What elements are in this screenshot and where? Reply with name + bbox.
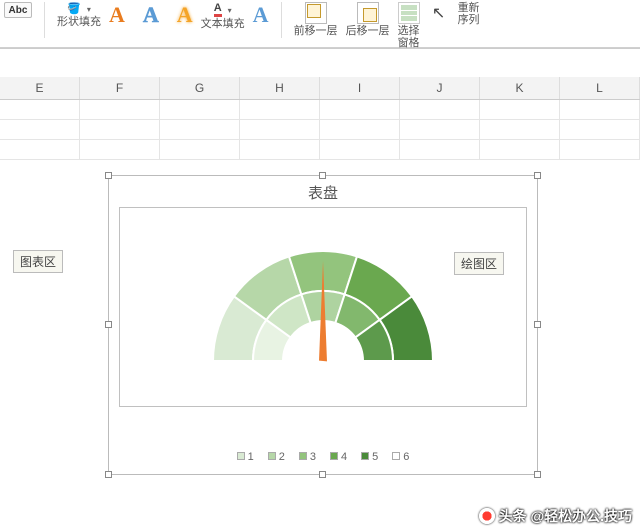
column-header[interactable]: L xyxy=(560,77,640,99)
column-header[interactable]: F xyxy=(80,77,160,99)
chart-area-tooltip: 图表区 xyxy=(13,250,63,273)
cell[interactable] xyxy=(480,100,560,120)
plot-area-tooltip: 绘图区 xyxy=(454,252,504,275)
chart-title[interactable]: 表盘 xyxy=(109,182,537,203)
column-header[interactable]: H xyxy=(240,77,320,99)
bring-forward-label: 前移一层 xyxy=(294,25,338,37)
separator xyxy=(281,2,282,38)
resize-handle[interactable] xyxy=(105,471,112,478)
wordart-style-a1-icon[interactable]: A xyxy=(109,2,125,28)
legend-item: 1 xyxy=(237,451,254,463)
column-header[interactable]: G xyxy=(160,77,240,99)
legend-item: 3 xyxy=(299,451,316,463)
outline-icon-group[interactable]: A xyxy=(253,2,269,28)
column-header[interactable]: K xyxy=(480,77,560,99)
resize-handle[interactable] xyxy=(105,172,112,179)
shape-style-group: Abc xyxy=(4,2,32,18)
resize-handle[interactable] xyxy=(319,172,326,179)
gauge-chart xyxy=(193,226,453,381)
legend-item: 2 xyxy=(268,451,285,463)
cell[interactable] xyxy=(160,100,240,120)
cell[interactable] xyxy=(0,140,80,160)
shape-fill-group[interactable]: 🪣 形状填充 xyxy=(57,2,101,28)
text-fill-group[interactable]: A 文本填充 xyxy=(201,2,245,30)
reset-label: 重新 序列 xyxy=(458,2,480,26)
bring-forward-icon xyxy=(305,2,327,24)
legend-item: 6 xyxy=(392,451,409,463)
resize-handle[interactable] xyxy=(319,471,326,478)
resize-handle[interactable] xyxy=(534,172,541,179)
reset-button[interactable]: 重新 序列 xyxy=(458,2,480,26)
text-fill-label: 文本填充 xyxy=(201,18,245,30)
plot-area[interactable]: 绘图区 xyxy=(119,207,527,407)
selection-pane-label: 选择 窗格 xyxy=(398,25,420,49)
cell[interactable] xyxy=(80,140,160,160)
legend-swatch-icon xyxy=(299,452,307,460)
separator xyxy=(44,2,45,38)
ribbon: Abc 🪣 形状填充 A A A A 文本填充 A 前移一层 后移一层 选择 xyxy=(0,0,640,48)
selection-pane-icon xyxy=(398,2,420,24)
legend-swatch-icon xyxy=(392,452,400,460)
dropdown-icon xyxy=(226,4,232,16)
cursor-select-button[interactable]: ↖ xyxy=(428,2,450,24)
cell[interactable] xyxy=(480,140,560,160)
shape-fill-label: 形状填充 xyxy=(57,16,101,28)
cell[interactable] xyxy=(80,120,160,140)
bucket-icon: 🪣 xyxy=(67,2,81,15)
spreadsheet: EFGHIJKL xyxy=(0,48,640,160)
watermark-text: 头条 @轻松办公.技巧 xyxy=(499,506,632,526)
watermark: 头条 @轻松办公.技巧 xyxy=(479,506,632,526)
cursor-icon: ↖ xyxy=(428,2,450,24)
chart-legend[interactable]: 1 2 3 4 5 6 xyxy=(109,451,537,463)
wordart-style-a2-icon[interactable]: A xyxy=(143,2,159,28)
cell[interactable] xyxy=(400,140,480,160)
column-header[interactable]: E xyxy=(0,77,80,99)
watermark-logo-icon xyxy=(479,508,495,524)
column-header[interactable]: I xyxy=(320,77,400,99)
text-fill-icon: A xyxy=(214,2,222,17)
cell[interactable] xyxy=(160,140,240,160)
send-backward-button[interactable]: 后移一层 xyxy=(346,2,390,37)
bring-forward-button[interactable]: 前移一层 xyxy=(294,2,338,37)
cell[interactable] xyxy=(400,100,480,120)
legend-swatch-icon xyxy=(237,452,245,460)
cell[interactable] xyxy=(80,100,160,120)
legend-swatch-icon xyxy=(330,452,338,460)
legend-swatch-icon xyxy=(361,452,369,460)
cell[interactable] xyxy=(240,120,320,140)
cell[interactable] xyxy=(320,120,400,140)
cell[interactable] xyxy=(240,100,320,120)
cell[interactable] xyxy=(0,120,80,140)
send-backward-label: 后移一层 xyxy=(346,25,390,37)
text-outline-icon: A xyxy=(253,2,269,28)
column-headers: EFGHIJKL xyxy=(0,77,640,100)
dropdown-icon xyxy=(85,3,91,15)
cell[interactable] xyxy=(0,100,80,120)
send-backward-icon xyxy=(357,2,379,24)
legend-item: 4 xyxy=(330,451,347,463)
selection-pane-button[interactable]: 选择 窗格 xyxy=(398,2,420,49)
cell[interactable] xyxy=(480,120,560,140)
column-header[interactable]: J xyxy=(400,77,480,99)
cell[interactable] xyxy=(560,120,640,140)
resize-handle[interactable] xyxy=(534,321,541,328)
cell[interactable] xyxy=(240,140,320,160)
legend-item: 5 xyxy=(361,451,378,463)
cell[interactable] xyxy=(160,120,240,140)
cell[interactable] xyxy=(560,140,640,160)
legend-swatch-icon xyxy=(268,452,276,460)
chart-object[interactable]: 图表区 表盘 绘图区 xyxy=(108,175,538,475)
cell[interactable] xyxy=(400,120,480,140)
wordart-style-a3-icon[interactable]: A xyxy=(177,2,193,28)
cell[interactable] xyxy=(320,140,400,160)
grid-cells[interactable] xyxy=(0,100,640,160)
resize-handle[interactable] xyxy=(534,471,541,478)
cell[interactable] xyxy=(560,100,640,120)
resize-handle[interactable] xyxy=(105,321,112,328)
cell[interactable] xyxy=(320,100,400,120)
text-effects-group: A A A xyxy=(109,2,193,28)
abc-style-icon[interactable]: Abc xyxy=(4,2,32,18)
